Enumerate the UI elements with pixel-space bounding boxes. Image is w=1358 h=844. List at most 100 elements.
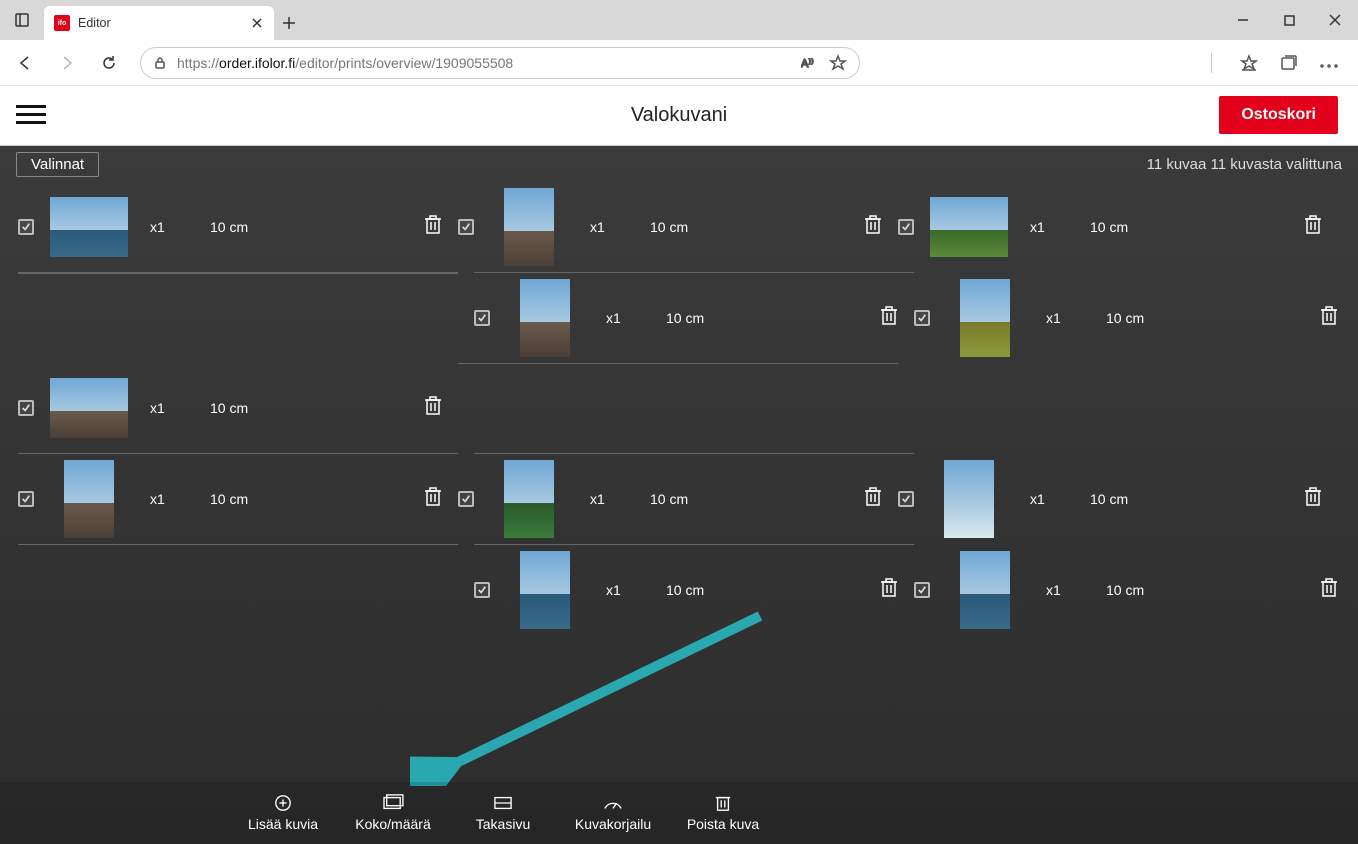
photo-item: x1 10 cm (890, 454, 1330, 544)
photo-item: x1 10 cm (450, 454, 890, 544)
bottom-bar: Lisää kuvia Koko/määrä Takasivu Kuvakorj… (0, 782, 1358, 844)
new-tab-button[interactable] (274, 6, 304, 40)
thumbnail[interactable] (504, 188, 554, 266)
lock-icon (153, 56, 167, 70)
correction-button[interactable]: Kuvakorjailu (570, 794, 656, 832)
photo-item: x1 10 cm (906, 273, 1346, 363)
select-checkbox[interactable] (18, 400, 34, 416)
forward-button[interactable] (48, 44, 86, 82)
read-aloud-icon[interactable]: A⁾⁾ (801, 54, 819, 72)
select-checkbox[interactable] (458, 219, 474, 235)
photo-item: x1 10 cm (466, 545, 906, 635)
photo-item: x1 10 cm (10, 363, 450, 453)
photo-item: x1 10 cm (450, 182, 890, 272)
select-checkbox[interactable] (474, 310, 490, 326)
quantity-label: x1 (606, 310, 666, 326)
select-checkbox[interactable] (18, 219, 34, 235)
size-label: 10 cm (1090, 219, 1180, 235)
photo-item: x1 10 cm (10, 454, 450, 544)
backside-button[interactable]: Takasivu (460, 794, 546, 832)
quantity-label: x1 (1046, 582, 1106, 598)
add-images-button[interactable]: Lisää kuvia (240, 794, 326, 832)
delete-item-button[interactable] (424, 396, 442, 421)
size-label: 10 cm (666, 582, 756, 598)
size-label: 10 cm (1106, 582, 1196, 598)
size-qty-button[interactable]: Koko/määrä (350, 794, 436, 832)
size-label: 10 cm (650, 219, 740, 235)
favorite-icon[interactable] (829, 54, 847, 72)
select-checkbox[interactable] (914, 310, 930, 326)
size-label: 10 cm (650, 491, 740, 507)
select-checkbox[interactable] (18, 491, 34, 507)
delete-item-button[interactable] (1320, 578, 1338, 603)
quantity-label: x1 (1046, 310, 1106, 326)
trash-icon (1304, 487, 1322, 507)
browser-tab[interactable]: ifo Editor (44, 6, 274, 40)
url-path: /editor/prints/overview/1909055508 (295, 55, 513, 71)
delete-item-button[interactable] (1304, 487, 1322, 512)
url-protocol: https:// (177, 55, 219, 71)
thumbnail[interactable] (504, 460, 554, 538)
add-images-label: Lisää kuvia (248, 816, 318, 832)
trash-icon (424, 215, 442, 235)
quantity-label: x1 (590, 491, 650, 507)
delete-item-button[interactable] (880, 578, 898, 603)
window-controls (1220, 0, 1358, 40)
maximize-button[interactable] (1266, 0, 1312, 40)
favorites-bar-icon[interactable] (1240, 54, 1258, 72)
size-label: 10 cm (1106, 310, 1196, 326)
photo-item: x1 10 cm (906, 545, 1346, 635)
close-window-button[interactable] (1312, 0, 1358, 40)
menu-icon[interactable] (16, 100, 46, 130)
delete-item-button[interactable] (1304, 215, 1322, 240)
delete-label: Poista kuva (687, 816, 759, 832)
size-label: 10 cm (210, 219, 300, 235)
cart-button[interactable]: Ostoskori (1219, 96, 1338, 134)
delete-item-button[interactable] (864, 215, 882, 240)
quantity-label: x1 (150, 219, 210, 235)
refresh-button[interactable] (90, 44, 128, 82)
quantity-label: x1 (150, 400, 210, 416)
thumbnail[interactable] (960, 551, 1010, 629)
url-bar[interactable]: https://order.ifolor.fi/editor/prints/ov… (140, 47, 860, 79)
trash-icon (1320, 578, 1338, 598)
thumbnail[interactable] (520, 279, 570, 357)
thumbnail[interactable] (944, 460, 994, 538)
delete-item-button[interactable] (424, 215, 442, 240)
trash-icon (1304, 215, 1322, 235)
delete-item-button[interactable] (864, 487, 882, 512)
tab-title: Editor (78, 16, 242, 30)
photo-grid: x1 10 cm x1 10 cm x1 10 cm x1 10 cm x1 1… (0, 182, 1358, 725)
select-checkbox[interactable] (898, 491, 914, 507)
select-checkbox[interactable] (898, 219, 914, 235)
trash-icon (424, 396, 442, 416)
minimize-button[interactable] (1220, 0, 1266, 40)
quantity-label: x1 (1030, 219, 1090, 235)
thumbnail[interactable] (520, 551, 570, 629)
tab-close-icon[interactable] (250, 16, 264, 30)
select-checkbox[interactable] (458, 491, 474, 507)
quantity-label: x1 (606, 582, 666, 598)
collections-icon[interactable] (1280, 54, 1298, 72)
delete-item-button[interactable] (880, 306, 898, 331)
more-icon[interactable] (1320, 64, 1338, 68)
svg-text:A⁾⁾: A⁾⁾ (801, 58, 814, 70)
thumbnail[interactable] (930, 197, 1008, 257)
browser-chrome: ifo Editor https://order.ifolor.fi/edito… (0, 0, 1358, 86)
delete-item-button[interactable] (424, 487, 442, 512)
tab-actions-icon[interactable] (0, 0, 44, 40)
quantity-label: x1 (590, 219, 650, 235)
trash-icon (864, 487, 882, 507)
thumbnail[interactable] (64, 460, 114, 538)
thumbnail[interactable] (960, 279, 1010, 357)
thumbnail[interactable] (50, 378, 128, 438)
back-button[interactable] (6, 44, 44, 82)
titlebar: ifo Editor (0, 0, 1358, 40)
delete-button[interactable]: Poista kuva (680, 794, 766, 832)
thumbnail[interactable] (50, 197, 128, 257)
select-checkbox[interactable] (474, 582, 490, 598)
photo-item: x1 10 cm (890, 182, 1330, 272)
select-checkbox[interactable] (914, 582, 930, 598)
options-button[interactable]: Valinnat (16, 152, 99, 177)
delete-item-button[interactable] (1320, 306, 1338, 331)
